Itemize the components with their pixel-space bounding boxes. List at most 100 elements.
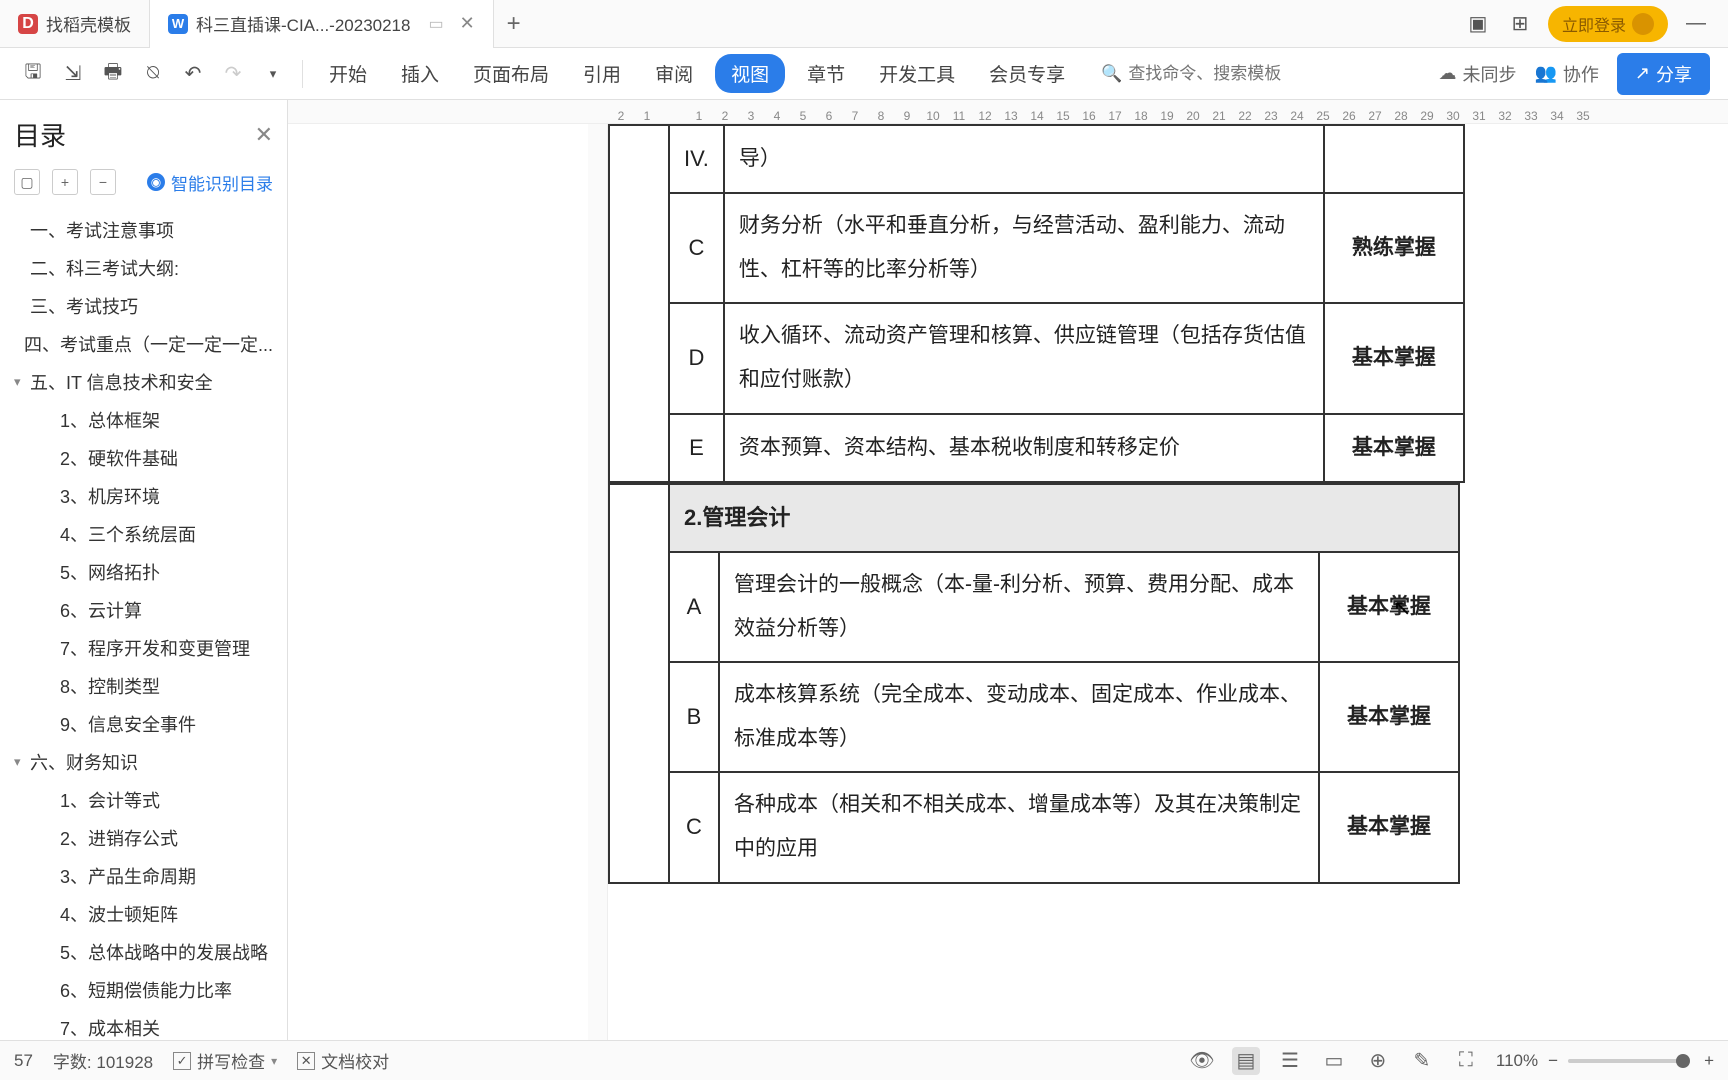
menu-vip[interactable]: 会员专享 [977, 54, 1077, 93]
toc-item[interactable]: 9、信息安全事件 [0, 705, 287, 743]
checkbox-icon: ✕ [297, 1052, 315, 1070]
toolbar: 🖫 ⇲ 🖶 ⍉ ↶ ↷ ▾ 开始 插入 页面布局 引用 审阅 视图 章节 开发工… [0, 48, 1728, 100]
dropdown-icon[interactable]: ▾ [258, 59, 288, 89]
slider-knob[interactable] [1676, 1054, 1690, 1068]
section-letter [609, 125, 669, 482]
export-icon[interactable]: ⇲ [58, 59, 88, 89]
tab-template[interactable]: D 找稻壳模板 [0, 0, 150, 48]
toc-item[interactable]: 7、程序开发和变更管理 [0, 629, 287, 667]
row-desc: 导） [724, 125, 1324, 193]
outline-view-icon[interactable]: ☰ [1276, 1047, 1304, 1075]
zoom-in-icon[interactable]: + [1704, 1051, 1714, 1071]
horizontal-ruler[interactable]: 2112345678910111213141516171819202122232… [288, 100, 1728, 124]
content-table-1: IV. 导） C 财务分析（水平和垂直分析，与经营活动、盈利能力、流动性、杠杆等… [608, 124, 1465, 483]
toc-item[interactable]: 6、短期偿债能力比率 [0, 971, 287, 1009]
toc-item[interactable]: 1、会计等式 [0, 781, 287, 819]
unsync-button[interactable]: ☁ 未同步 [1438, 61, 1516, 87]
toc-item[interactable]: 3、产品生命周期 [0, 857, 287, 895]
chevron-down-icon: ▾ [271, 1054, 277, 1068]
smart-toc-button[interactable]: ◉ 智能识别目录 [147, 170, 273, 195]
row-level [1324, 125, 1464, 193]
share-icon: ↗ [1635, 63, 1650, 84]
app-icon: D [18, 14, 38, 34]
close-icon[interactable]: ✕ [460, 13, 475, 34]
checkbox-icon: ✓ [173, 1052, 191, 1070]
row-desc: 收入循环、流动资产管理和核算、供应链管理（包括存货估值和应付账款） [724, 303, 1324, 413]
eye-icon[interactable]: 👁 [1188, 1047, 1216, 1075]
save-icon[interactable]: 🖫 [18, 59, 48, 89]
sidebar-close-icon[interactable]: ✕ [255, 122, 273, 148]
toc-item[interactable]: ▾五、IT 信息技术和安全 [0, 363, 287, 401]
row-level: 基本掌握 [1319, 772, 1459, 882]
fit-icon[interactable]: ⛶ [1452, 1047, 1480, 1075]
new-tab-button[interactable]: + [494, 10, 534, 38]
zoom-slider[interactable] [1568, 1059, 1688, 1063]
toc-item[interactable]: 三、考试技巧 [0, 287, 287, 325]
section-letter [609, 484, 669, 883]
tab-label: 找稻壳模板 [46, 11, 131, 36]
read-view-icon[interactable]: ▭ [1320, 1047, 1348, 1075]
zoom-out-icon[interactable]: − [1548, 1051, 1558, 1071]
undo-icon[interactable]: ↶ [178, 59, 208, 89]
web-view-icon[interactable]: ⊕ [1364, 1047, 1392, 1075]
menu-reference[interactable]: 引用 [571, 54, 633, 93]
toc-item[interactable]: 3、机房环境 [0, 477, 287, 515]
tab-ghost-icon: ▭ [428, 14, 443, 34]
menu-dev[interactable]: 开发工具 [867, 54, 967, 93]
row-letter: A [669, 552, 719, 662]
menu-layout[interactable]: 页面布局 [461, 54, 561, 93]
toc-item[interactable]: 2、进销存公式 [0, 819, 287, 857]
row-desc: 管理会计的一般概念（本-量-利分析、预算、费用分配、成本效益分析等） [719, 552, 1319, 662]
zoom-value[interactable]: 110% [1496, 1051, 1538, 1071]
window-layout-icon[interactable]: ▣ [1464, 10, 1492, 38]
toc-item[interactable]: 4、波士顿矩阵 [0, 895, 287, 933]
redo-icon[interactable]: ↷ [218, 59, 248, 89]
row-letter: C [669, 193, 724, 303]
table-row: A 管理会计的一般概念（本-量-利分析、预算、费用分配、成本效益分析等） 基本掌… [609, 552, 1459, 662]
toc-item[interactable]: 8、控制类型 [0, 667, 287, 705]
row-level: 基本掌握 [1324, 414, 1464, 482]
toc-item[interactable]: 一、考试注意事项 [0, 211, 287, 249]
table-section-header: 2.管理会计 [609, 484, 1459, 552]
menu-view[interactable]: 视图 [715, 54, 785, 93]
people-icon: 👥 [1534, 63, 1556, 84]
pencil-icon[interactable]: ✎ [1408, 1047, 1436, 1075]
toc-item[interactable]: 二、科三考试大纲: [0, 249, 287, 287]
search-input[interactable] [1128, 64, 1308, 84]
menu-chapter[interactable]: 章节 [795, 54, 857, 93]
menu-insert[interactable]: 插入 [389, 54, 451, 93]
print-icon[interactable]: 🖶 [98, 59, 128, 89]
avatar-icon [1632, 13, 1654, 35]
sidebar-title: 目录 [14, 116, 255, 153]
toc-item[interactable]: 5、网络拓扑 [0, 553, 287, 591]
menu-start[interactable]: 开始 [317, 54, 379, 93]
toc-item[interactable]: 四、考试重点（一定一定一定... [0, 325, 287, 363]
sb-tool-2[interactable]: + [52, 169, 78, 195]
login-button[interactable]: 立即登录 [1548, 6, 1668, 42]
page-view-icon[interactable]: ▤ [1232, 1047, 1260, 1075]
toc-item[interactable]: 6、云计算 [0, 591, 287, 629]
row-level: 基本掌握 [1324, 303, 1464, 413]
word-count[interactable]: 字数: 101928 [53, 1048, 153, 1073]
share-button[interactable]: ↗ 分享 [1617, 53, 1710, 95]
doccheck-label: 文档校对 [321, 1048, 389, 1073]
sb-tool-3[interactable]: − [90, 169, 116, 195]
toc-item[interactable]: 4、三个系统层面 [0, 515, 287, 553]
page-number[interactable]: 57 [14, 1051, 33, 1071]
spellcheck-toggle[interactable]: ✓ 拼写检查 ▾ [173, 1048, 277, 1073]
separator [302, 60, 303, 88]
sb-tool-1[interactable]: ▢ [14, 169, 40, 195]
preview-icon[interactable]: ⍉ [138, 59, 168, 89]
collab-button[interactable]: 👥 协作 [1534, 61, 1598, 87]
row-letter: IV. [669, 125, 724, 193]
minimize-icon[interactable]: — [1682, 10, 1710, 38]
toc-item[interactable]: 5、总体战略中的发展战略 [0, 933, 287, 971]
doccheck-toggle[interactable]: ✕ 文档校对 [297, 1048, 389, 1073]
toc-item[interactable]: 1、总体框架 [0, 401, 287, 439]
grid-icon[interactable]: ⊞ [1506, 10, 1534, 38]
toc-item[interactable]: 2、硬软件基础 [0, 439, 287, 477]
tab-document[interactable]: W 科三直插课-CIA...-20230218 ▭ ✕ [150, 0, 494, 48]
menu-review[interactable]: 审阅 [643, 54, 705, 93]
sidebar: 目录 ✕ ▢ + − ◉ 智能识别目录 一、考试注意事项二、科三考试大纲:三、考… [0, 100, 288, 1080]
toc-item[interactable]: ▾六、财务知识 [0, 743, 287, 781]
